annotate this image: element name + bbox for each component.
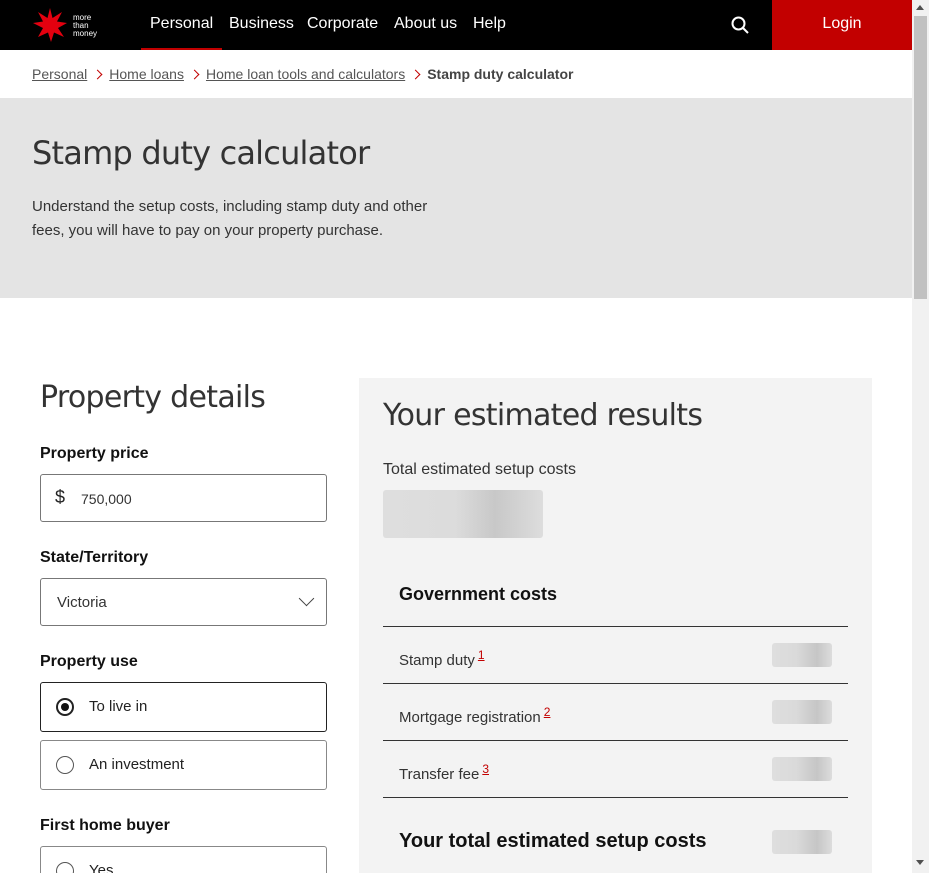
breadcrumb-home-loans[interactable]: Home loans [109, 66, 184, 82]
divider [383, 626, 848, 627]
page-description: Understand the setup costs, including st… [32, 198, 428, 239]
nav-corporate[interactable]: Corporate [307, 15, 378, 33]
top-navigation: more than money Personal Business Corpor… [0, 0, 912, 50]
radio-label: An investment [89, 756, 185, 773]
nav-about-us[interactable]: About us [394, 15, 457, 33]
hero-banner: Stamp duty calculator Understand the set… [0, 98, 912, 298]
stamp-duty-loading-placeholder [772, 643, 832, 667]
state-territory-select[interactable]: Victoria [40, 578, 327, 626]
property-details-heading: Property details [40, 380, 266, 415]
star-logo-icon [33, 8, 67, 42]
scroll-up-arrow-icon[interactable] [916, 5, 924, 10]
breadcrumb: Personal Home loans Home loan tools and ca… [32, 66, 573, 82]
radio-selected-icon [56, 698, 74, 716]
mortgage-registration-label: Mortgage registration 2 [399, 705, 551, 726]
footnote-link-1[interactable]: 1 [478, 648, 485, 662]
transfer-fee-label: Transfer fee 3 [399, 762, 489, 783]
total-setup-costs-label: Total estimated setup costs [383, 461, 576, 478]
nab-logo[interactable]: more than money [32, 7, 112, 43]
radio-unselected-icon [56, 756, 74, 774]
login-button[interactable]: Login [772, 0, 912, 50]
divider [383, 797, 848, 798]
scroll-thumb[interactable] [914, 16, 927, 299]
divider [383, 683, 848, 684]
government-costs-heading: Government costs [399, 584, 558, 604]
scroll-down-arrow-icon[interactable] [916, 860, 924, 865]
page-title: Stamp duty calculator [32, 134, 370, 172]
property-price-input[interactable]: $ 750,000 [40, 474, 327, 522]
results-panel: Your estimated results Total estimated s… [359, 378, 872, 873]
chevron-right-icon [189, 69, 200, 80]
chevron-right-icon [410, 69, 421, 80]
nav-help[interactable]: Help [473, 15, 506, 33]
radio-label: To live in [89, 698, 148, 715]
property-price-label: Property price [40, 445, 149, 462]
state-territory-label: State/Territory [40, 549, 149, 566]
stamp-duty-label: Stamp duty 1 [399, 648, 485, 669]
total-final-loading-placeholder [772, 830, 832, 854]
chevron-down-icon [298, 590, 315, 607]
breadcrumb-current: Stamp duty calculator [427, 66, 574, 82]
breadcrumb-tools[interactable]: Home loan tools and calculators [206, 66, 405, 82]
breadcrumb-personal[interactable]: Personal [32, 66, 87, 82]
radio-unselected-icon [56, 862, 74, 873]
property-use-label: Property use [40, 653, 138, 670]
logo-tagline: more than money [73, 13, 98, 38]
dollar-symbol: $ [55, 487, 66, 507]
divider [383, 740, 848, 741]
radio-yes[interactable]: Yes [40, 846, 327, 873]
nav-personal[interactable]: Personal [140, 15, 223, 50]
property-price-value: 750,000 [81, 491, 132, 507]
total-cost-loading-placeholder [383, 490, 543, 538]
footnote-link-2[interactable]: 2 [544, 705, 551, 719]
results-heading: Your estimated results [383, 398, 703, 433]
state-territory-value: Victoria [57, 594, 107, 611]
nav-business[interactable]: Business [229, 15, 294, 33]
transfer-fee-loading-placeholder [772, 757, 832, 781]
radio-an-investment[interactable]: An investment [40, 740, 327, 790]
page-scrollbar[interactable] [912, 0, 929, 873]
radio-label: Yes [89, 862, 114, 873]
chevron-right-icon [92, 69, 103, 80]
radio-to-live-in[interactable]: To live in [40, 682, 327, 732]
footnote-link-3[interactable]: 3 [482, 762, 489, 776]
total-estimated-setup-costs-label: Your total estimated setup costs [399, 830, 707, 852]
mortgage-registration-loading-placeholder [772, 700, 832, 724]
search-icon[interactable] [730, 15, 750, 35]
first-home-buyer-label: First home buyer [40, 817, 170, 834]
